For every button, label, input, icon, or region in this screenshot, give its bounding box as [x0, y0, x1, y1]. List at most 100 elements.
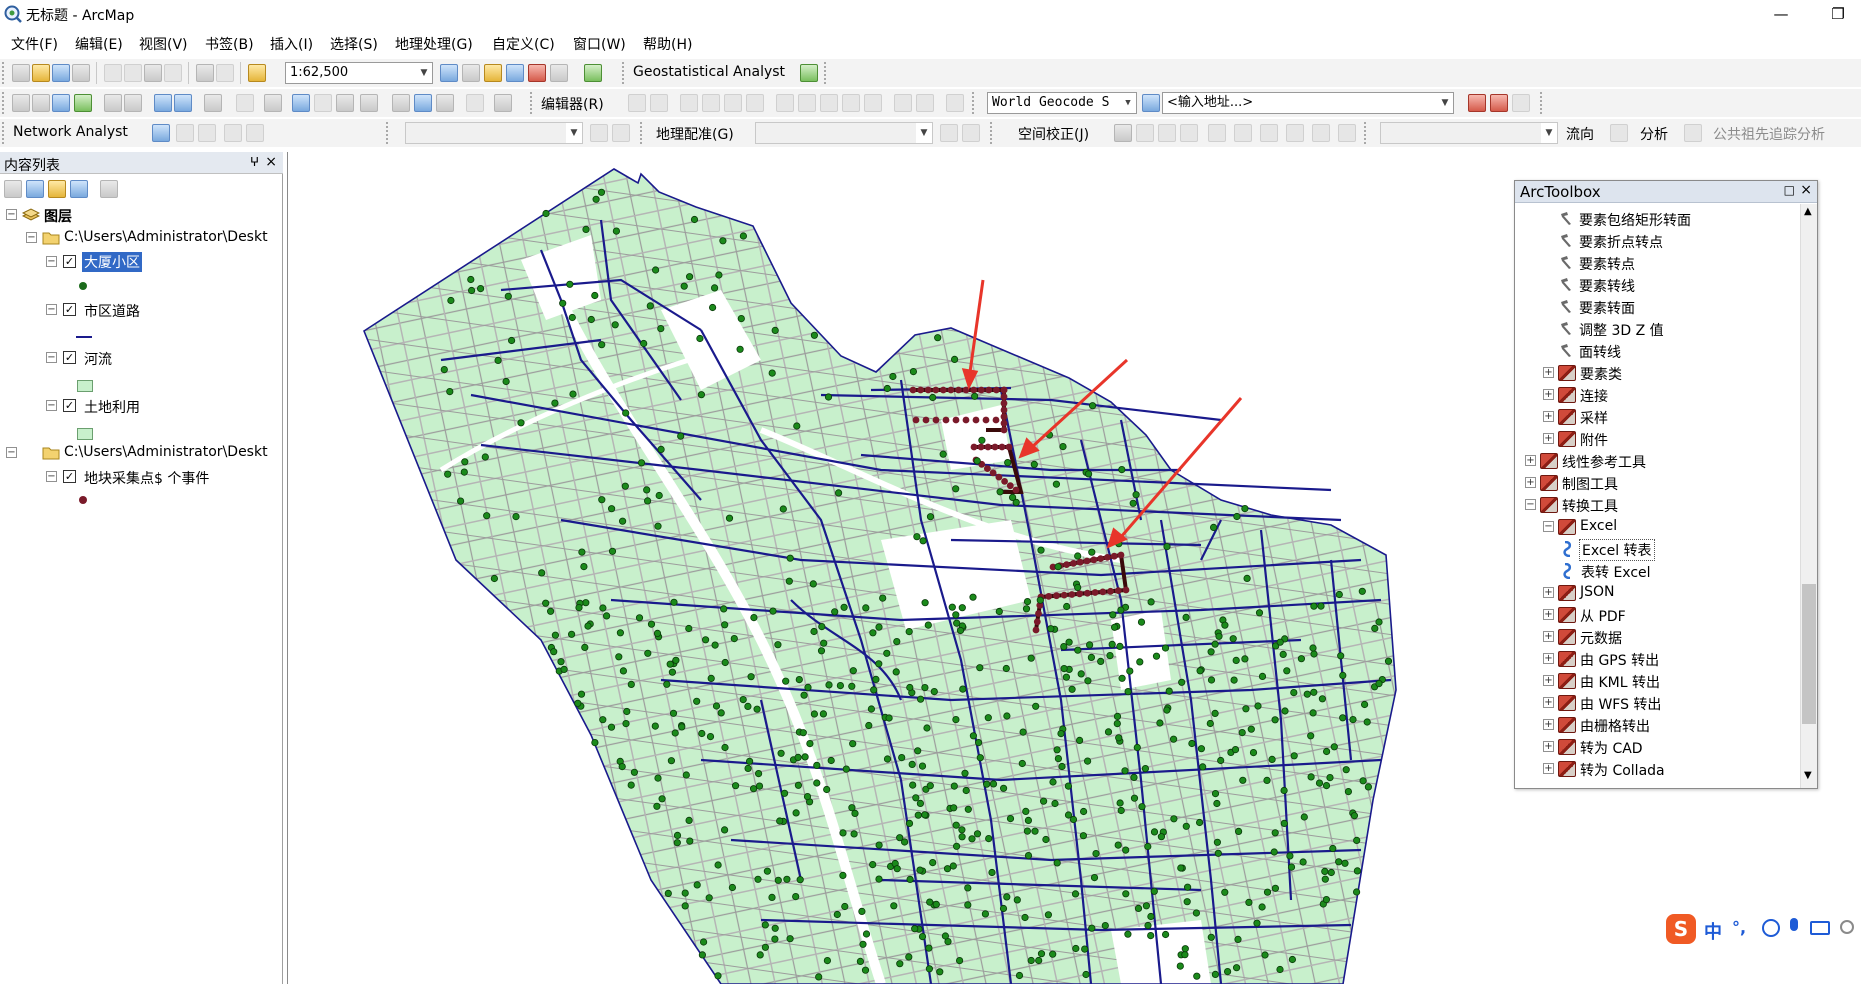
geocode-addresses-icon[interactable]	[1468, 94, 1486, 112]
list-by-visibility-icon[interactable]	[48, 180, 66, 198]
collapse-icon[interactable]: −	[6, 447, 17, 458]
attributes-icon[interactable]	[894, 94, 912, 112]
layer-buildings[interactable]: − ✓ 大厦小区	[0, 251, 283, 273]
geostat-wizard-icon[interactable]	[800, 64, 818, 82]
pin-icon[interactable]: ⵖ	[250, 155, 259, 169]
straight-segment-icon[interactable]	[680, 94, 698, 112]
create-viewer-icon[interactable]	[494, 94, 512, 112]
menu-windows[interactable]: 窗口(W)	[573, 34, 626, 54]
fixed-zoom-in-icon[interactable]	[104, 94, 122, 112]
geocoder-combo[interactable]: World Geocode S ▼	[987, 92, 1137, 114]
undo-icon[interactable]	[196, 64, 214, 82]
attribute-transfer-icon[interactable]	[1286, 124, 1304, 142]
toolset-item[interactable]: − Excel	[1515, 516, 1799, 538]
layer-visibility-checkbox[interactable]: ✓	[63, 351, 76, 364]
expand-icon[interactable]: +	[1543, 367, 1554, 378]
tool-item[interactable]: 要素转面	[1515, 296, 1799, 318]
collapse-icon[interactable]: −	[46, 352, 57, 363]
layer-landuse[interactable]: − ✓ 土地利用	[0, 395, 283, 417]
save-icon[interactable]	[52, 64, 70, 82]
maximize-icon[interactable]: □	[1784, 183, 1795, 197]
print-icon[interactable]	[72, 64, 90, 82]
copy-icon[interactable]	[124, 64, 142, 82]
point-icon[interactable]	[746, 94, 764, 112]
menu-view[interactable]: 视图(V)	[139, 34, 188, 54]
toolset-item[interactable]: + 附件	[1515, 428, 1799, 450]
sketch-properties-icon[interactable]	[916, 94, 934, 112]
table-of-contents-icon[interactable]	[462, 64, 480, 82]
input-language-toggle[interactable]: 中	[1704, 918, 1722, 944]
collapse-icon[interactable]: −	[26, 232, 37, 243]
spatial-adjustment-menu[interactable]: 空间校正(J)	[1018, 124, 1089, 144]
layer-events[interactable]: − ✓ 地块采集点$ 个事件	[0, 466, 283, 488]
expand-icon[interactable]: +	[1543, 763, 1554, 774]
toolset-item[interactable]: + 元数据	[1515, 626, 1799, 648]
toolbox-item[interactable]: − 转换工具	[1515, 494, 1799, 516]
tool-item[interactable]: 表转 Excel	[1515, 560, 1799, 582]
expand-icon[interactable]: +	[1543, 719, 1554, 730]
menu-customize[interactable]: 自定义(C)	[492, 34, 555, 54]
editor-menu[interactable]: 编辑器(R)	[541, 94, 604, 114]
geostatistical-analyst-menu[interactable]: Geostatistical Analyst	[633, 64, 785, 80]
preview-window-icon[interactable]	[1260, 124, 1278, 142]
trace-icon[interactable]	[724, 94, 742, 112]
toolset-item[interactable]: + 要素类	[1515, 362, 1799, 384]
scroll-up-icon[interactable]: ▲	[1804, 206, 1812, 217]
list-by-selection-icon[interactable]	[70, 180, 88, 198]
layer-visibility-checkbox[interactable]: ✓	[63, 303, 76, 316]
minimize-button[interactable]: —	[1758, 2, 1804, 26]
layer-rivers[interactable]: − ✓ 河流	[0, 347, 283, 369]
new-identity-link-icon[interactable]	[1208, 124, 1226, 142]
address-locator-icon[interactable]	[1142, 94, 1160, 112]
tool-item[interactable]: 要素折点转点	[1515, 230, 1799, 252]
expand-icon[interactable]: +	[1543, 433, 1554, 444]
html-popup-icon[interactable]	[336, 94, 354, 112]
network-identify-icon[interactable]	[590, 124, 608, 142]
expand-icon[interactable]: +	[1543, 741, 1554, 752]
find-icon[interactable]	[392, 94, 410, 112]
select-network-location-icon[interactable]	[198, 124, 216, 142]
review-rematch-icon[interactable]	[1490, 94, 1508, 112]
expand-icon[interactable]: +	[1525, 455, 1536, 466]
modify-link-icon[interactable]	[1158, 124, 1176, 142]
tool-item[interactable]: 面转线	[1515, 340, 1799, 362]
model-builder-icon[interactable]	[584, 64, 602, 82]
georeferencing-menu[interactable]: 地理配准(G)	[656, 124, 734, 144]
pan-icon[interactable]	[52, 94, 70, 112]
arctoolbox-icon[interactable]	[528, 64, 546, 82]
create-network-location-icon[interactable]	[176, 124, 194, 142]
reshape-icon[interactable]	[798, 94, 816, 112]
toolbox-item[interactable]: + 线性参考工具	[1515, 450, 1799, 472]
rotate-icon[interactable]	[864, 94, 882, 112]
common-ancestor-trace-label[interactable]: 公共祖先追踪分析	[1713, 124, 1825, 144]
network-analyst-menu[interactable]: Network Analyst	[13, 124, 128, 140]
layer-visibility-checkbox[interactable]: ✓	[63, 399, 76, 412]
collapse-icon[interactable]: −	[1525, 499, 1536, 510]
toolset-item[interactable]: + 由 GPS 转出	[1515, 648, 1799, 670]
flow-menu[interactable]: 流向	[1566, 124, 1594, 144]
select-elements-icon[interactable]	[264, 94, 282, 112]
find-route-icon[interactable]	[414, 94, 432, 112]
multi-link-icon[interactable]	[1180, 124, 1198, 142]
toolset-item[interactable]: + 由 WFS 转出	[1515, 692, 1799, 714]
tool-item[interactable]: Excel 转表	[1515, 538, 1799, 561]
hyperlink-icon[interactable]	[314, 94, 332, 112]
build-network-icon[interactable]	[612, 124, 630, 142]
source-group-2[interactable]: − C:\Users\Administrator\Deskt	[0, 442, 283, 464]
new-document-icon[interactable]	[12, 64, 30, 82]
layer-visibility-checkbox[interactable]: ✓	[63, 470, 76, 483]
back-extent-icon[interactable]	[154, 94, 172, 112]
edit-annotation-icon[interactable]	[650, 94, 668, 112]
source-group[interactable]: − C:\Users\Administrator\Deskt	[0, 227, 283, 249]
list-by-drawing-order-icon[interactable]	[4, 180, 22, 198]
layer-roads[interactable]: − ✓ 市区道路	[0, 299, 283, 321]
collapse-icon[interactable]: −	[46, 256, 57, 267]
sogou-logo-icon[interactable]: S	[1666, 914, 1696, 944]
identify-icon[interactable]	[292, 94, 310, 112]
edit-tool-icon[interactable]	[628, 94, 646, 112]
toolset-item[interactable]: + 连接	[1515, 384, 1799, 406]
edit-tool-icon[interactable]	[1114, 124, 1132, 142]
solve-icon[interactable]	[224, 124, 242, 142]
collapse-icon[interactable]: −	[1543, 521, 1554, 532]
endpoint-arc-icon[interactable]	[702, 94, 720, 112]
